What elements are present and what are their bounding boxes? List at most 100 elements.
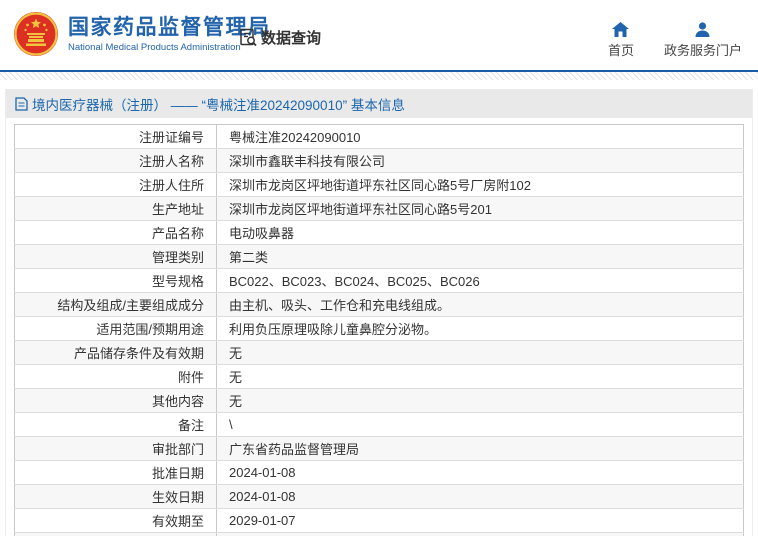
- row-label: 适用范围/预期用途: [14, 316, 217, 341]
- row-value: 深圳市龙岗区坪地街道坪东社区同心路5号201: [216, 196, 744, 221]
- row-label: 备注: [14, 412, 217, 437]
- row-value-text: 广东省药品监督管理局: [229, 442, 360, 457]
- row-value-text: 2024-01-08: [229, 465, 296, 480]
- row-label: 型号规格: [14, 268, 217, 293]
- row-value: 深圳市鑫联丰科技有限公司: [216, 148, 744, 173]
- section-title: 境内医疗器械（注册） —— “粤械注准20242090010” 基本信息: [32, 97, 405, 113]
- row-label-text: 注册证编号: [138, 130, 204, 145]
- row-label-text: 结构及组成/主要组成成分: [57, 298, 204, 313]
- row-value: 第二类: [216, 244, 744, 269]
- nav-home[interactable]: 首页: [608, 22, 634, 59]
- row-value: 2024-01-08: [216, 484, 744, 509]
- national-emblem-icon: [14, 12, 58, 56]
- table-row: 变更情况: [14, 532, 744, 536]
- hatch-strip: [0, 72, 758, 80]
- row-value-text: 2024-01-08: [229, 489, 296, 504]
- document-search-icon: [240, 28, 257, 47]
- table-row: 结构及组成/主要组成成分 由主机、吸头、工作仓和充电线组成。: [14, 292, 744, 317]
- row-label: 审批部门: [14, 436, 217, 461]
- row-label-text: 附件: [177, 370, 204, 385]
- table-row: 生产地址 深圳市龙岗区坪地街道坪东社区同心路5号201: [14, 196, 744, 221]
- row-label: 注册证编号: [14, 124, 217, 149]
- row-value: [216, 532, 744, 536]
- row-label-text: 有效期至: [151, 514, 204, 529]
- table-row: 其他内容 无: [14, 388, 744, 413]
- table-row: 产品名称 电动吸鼻器: [14, 220, 744, 245]
- row-value: 2029-01-07: [216, 508, 744, 533]
- main-content: 境内医疗器械（注册） —— “粤械注准20242090010” 基本信息 注册证…: [5, 89, 753, 536]
- row-label: 附件: [14, 364, 217, 389]
- row-label: 其他内容: [14, 388, 217, 413]
- row-value: 粤械注准20242090010: [216, 124, 744, 149]
- top-nav: 首页 政务服务门户: [608, 22, 742, 59]
- data-query-button[interactable]: 数据查询: [239, 27, 321, 48]
- row-label-text: 注册人名称: [138, 154, 204, 169]
- site-logo[interactable]: 国家药品监督管理局 National Medical Products Admi…: [13, 11, 271, 57]
- row-value-text: 深圳市龙岗区坪地街道坪东社区同心路5号厂房附102: [229, 178, 531, 193]
- nav-gov-portal[interactable]: 政务服务门户: [664, 22, 742, 59]
- document-icon: [15, 96, 28, 111]
- row-value: 广东省药品监督管理局: [216, 436, 744, 461]
- table-row: 型号规格 BC022、BC023、BC024、BC025、BC026: [14, 268, 744, 293]
- row-label-text: 产品储存条件及有效期: [73, 346, 204, 361]
- info-table: 注册证编号 粤械注准20242090010 注册人名称 深圳市鑫联丰科技有限公司 注册人…: [14, 124, 744, 536]
- row-label: 结构及组成/主要组成成分: [14, 292, 217, 317]
- row-label: 变更情况: [14, 532, 217, 536]
- row-label-text: 生产地址: [151, 202, 204, 217]
- row-value: 电动吸鼻器: [216, 220, 744, 245]
- table-row: 适用范围/预期用途 利用负压原理吸除儿童鼻腔分泌物。: [14, 316, 744, 341]
- row-value: 深圳市龙岗区坪地街道坪东社区同心路5号厂房附102: [216, 172, 744, 197]
- row-label-text: 其他内容: [151, 394, 204, 409]
- table-row: 注册人名称 深圳市鑫联丰科技有限公司: [14, 148, 744, 173]
- row-value: 无: [216, 340, 744, 365]
- info-table-wrap: 注册证编号 粤械注准20242090010 注册人名称 深圳市鑫联丰科技有限公司 注册人…: [14, 124, 744, 536]
- nav-home-label: 首页: [607, 43, 634, 58]
- table-row: 注册证编号 粤械注准20242090010: [14, 124, 744, 149]
- row-label-text: 备注: [177, 418, 204, 433]
- row-label: 产品储存条件及有效期: [14, 340, 217, 365]
- row-label: 产品名称: [14, 220, 217, 245]
- row-label: 注册人名称: [14, 148, 217, 173]
- table-row: 产品储存条件及有效期 无: [14, 340, 744, 365]
- row-label: 有效期至: [14, 508, 217, 533]
- row-label-text: 生效日期: [151, 490, 204, 505]
- row-label-text: 产品名称: [151, 226, 204, 241]
- row-value-text: 2029-01-07: [229, 513, 296, 528]
- row-label: 生效日期: [14, 484, 217, 509]
- nav-gov-portal-label: 政务服务门户: [663, 43, 742, 58]
- table-row: 审批部门 广东省药品监督管理局: [14, 436, 744, 461]
- row-value: 由主机、吸头、工作仓和充电线组成。: [216, 292, 744, 317]
- row-label-text: 型号规格: [151, 274, 204, 289]
- table-row: 管理类别 第二类: [14, 244, 744, 269]
- home-icon: [612, 22, 630, 37]
- row-label-text: 批准日期: [151, 466, 204, 481]
- row-label-text: 适用范围/预期用途: [96, 322, 204, 337]
- table-row: 附件 无: [14, 364, 744, 389]
- row-label: 管理类别: [14, 244, 217, 269]
- row-value-text: 粤械注准20242090010: [229, 130, 361, 145]
- table-row: 注册人住所 深圳市龙岗区坪地街道坪东社区同心路5号厂房附102: [14, 172, 744, 197]
- row-value: 利用负压原理吸除儿童鼻腔分泌物。: [216, 316, 744, 341]
- row-value-text: 深圳市鑫联丰科技有限公司: [229, 154, 386, 169]
- row-label: 批准日期: [14, 460, 217, 485]
- row-label: 生产地址: [14, 196, 217, 221]
- row-value-text: 利用负压原理吸除儿童鼻腔分泌物。: [229, 322, 438, 337]
- user-icon: [695, 22, 710, 37]
- row-value-text: 无: [229, 370, 243, 385]
- row-value: 无: [216, 364, 744, 389]
- row-value-text: 由主机、吸头、工作仓和充电线组成。: [229, 298, 451, 313]
- row-value-text: BC022、BC023、BC024、BC025、BC026: [229, 274, 480, 289]
- site-header: 国家药品监督管理局 National Medical Products Admi…: [0, 0, 758, 70]
- row-value-text: 无: [229, 394, 243, 409]
- row-value-text: 无: [229, 346, 243, 361]
- table-row: 有效期至 2029-01-07: [14, 508, 744, 533]
- info-table-body: 注册证编号 粤械注准20242090010 注册人名称 深圳市鑫联丰科技有限公司 注册人…: [14, 124, 744, 536]
- row-value-text: \: [229, 417, 233, 432]
- row-value: BC022、BC023、BC024、BC025、BC026: [216, 268, 744, 293]
- row-label-text: 管理类别: [151, 250, 204, 265]
- row-value-text: 电动吸鼻器: [229, 226, 295, 241]
- table-row: 批准日期 2024-01-08: [14, 460, 744, 485]
- section-title-bar: 境内医疗器械（注册） —— “粤械注准20242090010” 基本信息: [6, 89, 752, 118]
- row-value-text: 深圳市龙岗区坪地街道坪东社区同心路5号201: [229, 202, 492, 217]
- row-label: 注册人住所: [14, 172, 217, 197]
